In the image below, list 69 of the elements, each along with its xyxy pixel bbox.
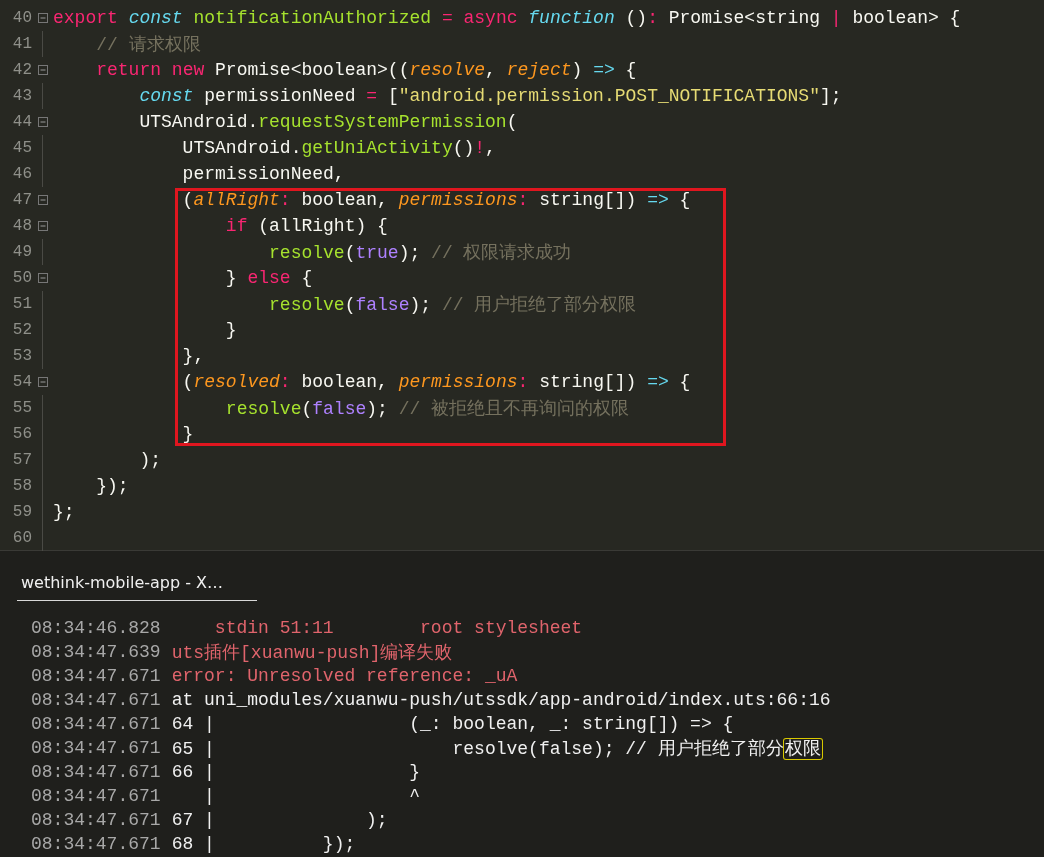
code-line: permissionNeed, [181, 164, 345, 184]
line-number: 52 [11, 321, 32, 339]
timestamp: 08:34:47.671 [31, 810, 161, 830]
timestamp: 08:34:47.671 [31, 690, 161, 710]
log-message: 66 | } [171, 762, 421, 782]
log-message: 68 | }); [171, 834, 356, 854]
code-line: } [224, 320, 237, 340]
timestamp: 08:34:47.671 [31, 738, 161, 758]
line-number: 57 [11, 451, 32, 469]
code-line: } [181, 424, 194, 444]
log-message: stdin 51:11 root stylesheet [213, 618, 583, 638]
timestamp: 08:34:47.639 [31, 642, 161, 662]
fold-icon[interactable] [37, 221, 48, 231]
code-line: // 请求权限 [95, 34, 201, 56]
line-number: 50 [11, 269, 32, 287]
line-number: 56 [11, 425, 32, 443]
code-line: }); [95, 476, 129, 496]
line-number: 46 [11, 165, 32, 183]
code-line: }, [181, 346, 205, 366]
fold-icon[interactable] [37, 65, 48, 75]
code-line: ); [138, 450, 162, 470]
line-number: 60 [11, 529, 32, 547]
timestamp: 08:34:47.671 [31, 834, 161, 854]
timestamp: 08:34:47.671 [31, 762, 161, 782]
fold-icon[interactable] [37, 13, 48, 23]
timestamp: 08:34:47.671 [31, 714, 161, 734]
line-number: 43 [11, 87, 32, 105]
code-line: if (allRight) { [224, 216, 388, 236]
code-line: resolve(true); // 权限请求成功 [268, 242, 572, 264]
code-line: (allRight: boolean, permissions: string[]) => { [181, 190, 691, 210]
code-line: UTSAndroid.requestSystemPermission( [138, 112, 518, 132]
timestamp: 08:34:47.671 [31, 666, 161, 686]
code-line: (resolved: boolean, permissions: string[]) => { [181, 372, 691, 392]
code-line: resolve(false); // 被拒绝且不再询问的权限 [224, 398, 630, 420]
line-number: 53 [11, 347, 32, 365]
line-number: 45 [11, 139, 32, 157]
line-number: 47 [11, 191, 32, 209]
code-line: UTSAndroid.getUniActivity()!, [181, 138, 496, 158]
line-number: 40 [11, 9, 32, 27]
code-line: const permissionNeed = ["android.permission.POST_NOTIFICATIONS"]; [138, 86, 842, 106]
console-tab[interactable]: wethink-mobile-app - X… [17, 569, 257, 601]
timestamp: 08:34:46.828 [31, 618, 161, 638]
fold-icon[interactable] [37, 117, 48, 127]
line-number: 59 [11, 503, 32, 521]
code-line: } else { [224, 268, 313, 288]
code-line: }; [53, 502, 75, 522]
line-number: 44 [11, 113, 32, 131]
timestamp: 08:34:47.671 [31, 786, 161, 806]
log-message: at uni_modules/xuanwu-push/utssdk/app-android/index.uts:66:16 [171, 690, 831, 710]
line-number: 49 [11, 243, 32, 261]
line-number: 51 [11, 295, 32, 313]
line-number: 41 [11, 35, 32, 53]
code-line: export const notificationAuthorized = async function (): Promise<string | boolean> { [53, 8, 961, 28]
line-number: 42 [11, 61, 32, 79]
log-message: error: Unresolved reference: _uA [171, 666, 518, 686]
fold-icon[interactable] [37, 377, 48, 387]
line-number: 48 [11, 217, 32, 235]
log-message: | ^ [203, 786, 421, 806]
code-line: return new Promise<boolean>((resolve, reject) => { [95, 60, 637, 80]
log-message: 64 | (_: boolean, _: string[]) => { [171, 714, 734, 734]
line-number: 58 [11, 477, 32, 495]
code-line: resolve(false); // 用户拒绝了部分权限 [268, 294, 637, 316]
log-message: 67 | ); [171, 810, 388, 830]
log-message: 65 | resolve(false); // 用户拒绝了部分权限 [171, 738, 822, 760]
line-number: 54 [11, 373, 32, 391]
fold-icon[interactable] [37, 273, 48, 283]
log-message: uts插件[xuanwu-push]编译失败 [171, 642, 453, 664]
fold-icon[interactable] [37, 195, 48, 205]
line-number: 55 [11, 399, 32, 417]
